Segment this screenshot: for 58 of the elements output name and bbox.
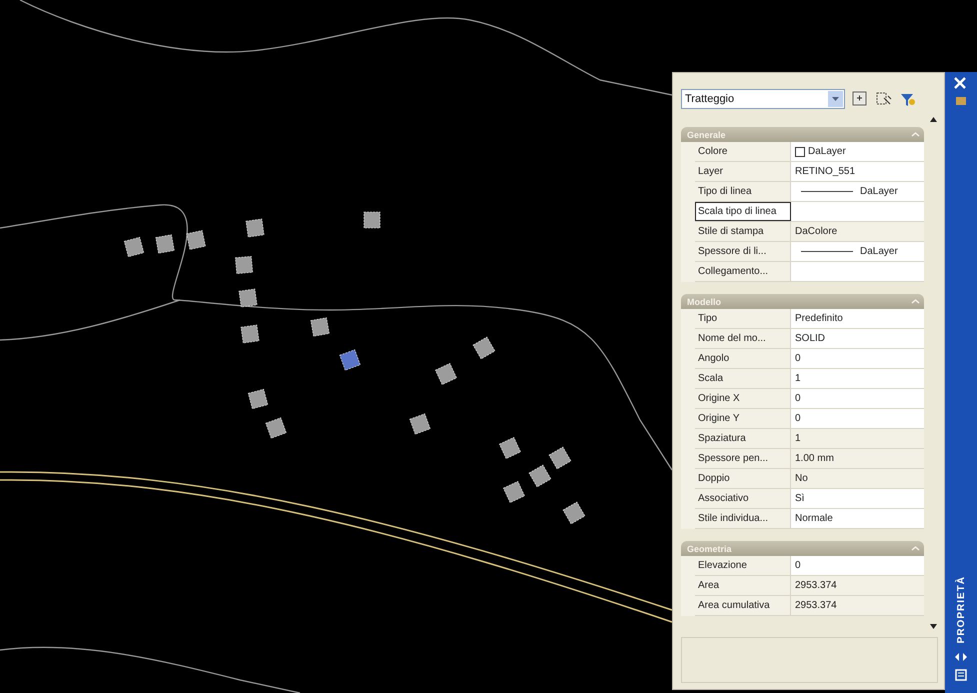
hatch-block	[240, 324, 260, 344]
properties-icon[interactable]	[955, 96, 967, 106]
hatch-block	[124, 236, 144, 258]
hatch-block	[155, 234, 175, 254]
value-cell[interactable]: SOLID	[791, 329, 924, 348]
value-cell[interactable]: Normale	[791, 509, 924, 528]
property-value: 1.00 mm	[795, 453, 834, 464]
color-swatch-icon	[795, 146, 805, 156]
palette-title: PROPRIETÀ	[956, 576, 966, 643]
property-value: 2953.374	[795, 600, 837, 611]
value-cell[interactable]: Sì	[791, 489, 924, 508]
arrows-icon[interactable]	[955, 653, 967, 661]
hatch-block	[186, 230, 206, 250]
value-cell[interactable]: DaLayer	[791, 182, 924, 201]
property-value: 0	[795, 560, 801, 571]
property-value: Normale	[795, 513, 833, 524]
value-cell[interactable]: 1	[791, 369, 924, 388]
scrollbar[interactable]	[928, 117, 938, 629]
scroll-down-icon[interactable]	[930, 624, 936, 629]
property-value: DaLayer	[808, 146, 846, 157]
property-label[interactable]: Scala tipo di linea	[695, 202, 791, 221]
property-value: 0	[795, 393, 801, 404]
scroll-up-icon[interactable]	[930, 117, 936, 122]
hatch-block	[310, 317, 330, 337]
property-value: Predefinito	[795, 313, 843, 324]
value-cell[interactable]	[791, 262, 924, 281]
value-cell[interactable]: 0	[791, 556, 924, 575]
property-value: 1	[795, 373, 801, 384]
value-cell[interactable]: DaLayer	[791, 242, 924, 261]
property-value: RETINO_551	[795, 166, 856, 177]
line-sample-icon	[801, 191, 853, 192]
property-value: SOLID	[795, 333, 826, 344]
hatch-block	[248, 388, 268, 410]
line-sample-icon	[801, 251, 853, 252]
property-value: DaLayer	[860, 246, 898, 257]
property-value: Sì	[795, 493, 804, 504]
property-value: DaLayer	[860, 186, 898, 197]
hatch-block	[235, 256, 253, 274]
value-cell[interactable]	[791, 202, 924, 221]
caret-icon	[832, 97, 839, 101]
value-cell[interactable]: 0	[791, 409, 924, 428]
property-value: No	[795, 473, 808, 484]
hatch-block	[364, 212, 380, 228]
panel-icon[interactable]	[955, 669, 967, 681]
value-cell[interactable]: DaLayer	[791, 142, 924, 161]
property-value: 0	[795, 353, 801, 364]
value-cell[interactable]: 0	[791, 389, 924, 408]
property-value: 2953.374	[795, 580, 837, 591]
property-value: DaColore	[795, 226, 838, 237]
toggle-pickadd-icon[interactable]	[851, 90, 869, 108]
property-value: 1	[795, 433, 801, 444]
hatch-block	[246, 218, 264, 238]
value-cell[interactable]: Predefinito	[791, 309, 924, 328]
value-cell[interactable]: 0	[791, 349, 924, 368]
object-type-dropdown[interactable]: Tratteggio	[681, 89, 845, 109]
property-value: 0	[795, 413, 801, 424]
hatch-block	[238, 288, 258, 308]
value-cell[interactable]: RETINO_551	[791, 162, 924, 181]
